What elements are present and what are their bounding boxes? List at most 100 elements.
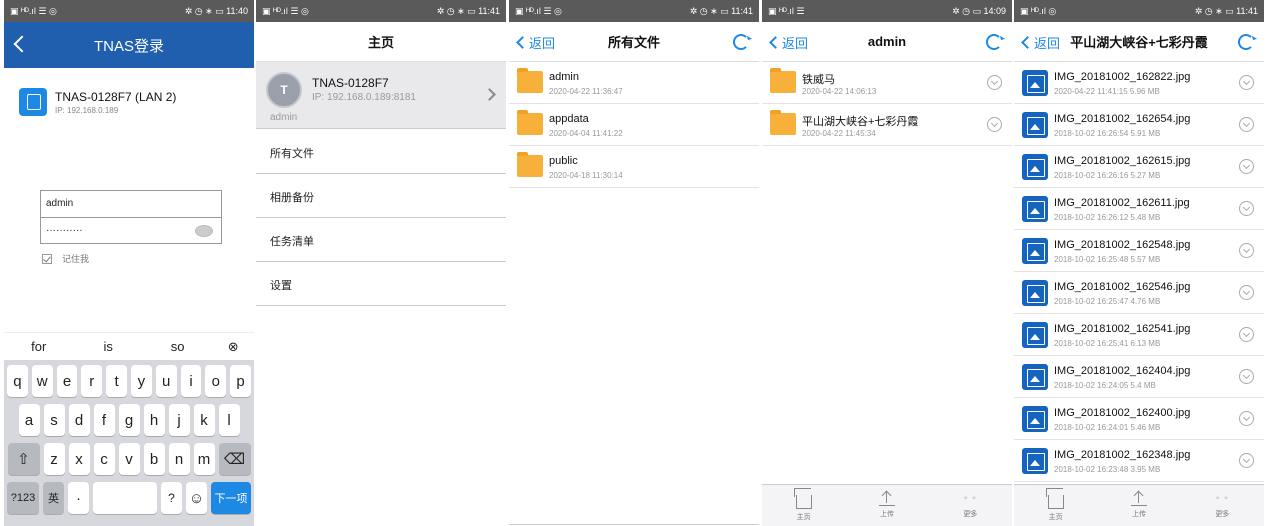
key[interactable]: v [118, 443, 140, 475]
toolbar-upload[interactable]: 上传 [845, 485, 928, 526]
key[interactable]: h [143, 404, 165, 436]
back-icon[interactable] [13, 35, 31, 53]
question-key[interactable]: ? [161, 482, 182, 514]
list-item[interactable]: public 2020-04-18 11:30:14 [509, 146, 759, 188]
key[interactable]: m [193, 443, 215, 475]
list-item[interactable]: IMG_20181002_162822.jpg 2020-04-22 11:41… [1014, 62, 1264, 104]
back-button[interactable]: 返回 [768, 22, 808, 62]
key[interactable]: o [205, 365, 227, 397]
back-button[interactable]: 返回 [1020, 22, 1060, 62]
toolbar-home[interactable]: 主页 [762, 485, 845, 526]
remember-me[interactable]: 记住我 [42, 252, 89, 265]
toolbar-upload[interactable]: 上传 [1097, 485, 1180, 526]
space-key[interactable] [93, 482, 157, 514]
key[interactable]: y [131, 365, 152, 397]
suggestion-3[interactable]: so [143, 339, 212, 354]
back-label: 返回 [1034, 35, 1061, 51]
list-item[interactable]: IMG_20181002_162615.jpg 2018-10-02 16:26… [1014, 146, 1264, 188]
key[interactable]: u [155, 365, 177, 397]
refresh-icon[interactable] [986, 34, 1002, 50]
key[interactable]: l [218, 404, 240, 436]
next-key[interactable]: 下一项 [211, 482, 251, 514]
select-circle-icon[interactable] [1239, 453, 1254, 468]
status-right: ✲ ◷ ∗ ▭ 11:41 [689, 5, 753, 16]
select-circle-icon[interactable] [987, 117, 1002, 132]
list-item[interactable]: IMG_20181002_162541.jpg 2018-10-02 16:25… [1014, 314, 1264, 356]
list-item[interactable]: IMG_20181002_162546.jpg 2018-10-02 16:25… [1014, 272, 1264, 314]
key[interactable]: d [68, 404, 90, 436]
key[interactable]: b [143, 443, 165, 475]
list-item[interactable]: IMG_20181002_162548.jpg 2018-10-02 16:25… [1014, 230, 1264, 272]
key[interactable]: z [43, 443, 65, 475]
select-circle-icon[interactable] [1239, 285, 1254, 300]
key[interactable]: e [56, 365, 78, 397]
more-icon: ◦ ◦ ◦ [1215, 493, 1229, 518]
key[interactable]: c [93, 443, 115, 475]
key[interactable]: s [43, 404, 65, 436]
password-field[interactable]: ··········· [41, 217, 221, 243]
select-circle-icon[interactable] [1239, 243, 1254, 258]
remember-label: 记住我 [62, 254, 90, 264]
back-button[interactable]: 返回 [515, 22, 555, 62]
key[interactable]: i [180, 365, 202, 397]
image-file-icon [1022, 112, 1048, 138]
menu-all-files[interactable]: 所有文件 [256, 130, 506, 174]
device-item[interactable]: TNAS-0128F7 (LAN 2) IP: 192.168.0.189 [19, 88, 176, 116]
select-circle-icon[interactable] [1239, 327, 1254, 342]
list-item[interactable]: IMG_20181002_162400.jpg 2018-10-02 16:24… [1014, 398, 1264, 440]
key[interactable]: a [18, 404, 40, 436]
home-screen: ▣ ᴴᴰ.ıl ☰ ◎ ✲ ◷ ∗ ▭ 11:41 主页 T TNAS-0128… [256, 0, 506, 526]
list-item[interactable]: appdata 2020-04-04 11:41:22 [509, 104, 759, 146]
suggestion-1[interactable]: for [4, 339, 73, 354]
shift-key[interactable]: ⇧ [7, 443, 40, 475]
chevron-left-icon [769, 35, 782, 49]
select-circle-icon[interactable] [1239, 159, 1254, 174]
list-item[interactable]: admin 2020-04-22 11:36:47 [509, 62, 759, 104]
toolbar-more[interactable]: ◦ ◦ ◦ 更多 [1181, 485, 1264, 526]
key[interactable]: g [118, 404, 140, 436]
key[interactable]: p [230, 365, 251, 397]
key[interactable]: r [81, 365, 103, 397]
menu-album-backup[interactable]: 相册备份 [256, 174, 506, 218]
toolbar-home[interactable]: 主页 [1014, 485, 1097, 526]
key[interactable]: x [68, 443, 90, 475]
eye-icon[interactable] [195, 225, 213, 237]
status-right: ✲ ◷ ∗ ▭ 11:41 [1194, 5, 1258, 16]
select-circle-icon[interactable] [1239, 411, 1254, 426]
key[interactable]: q [7, 365, 28, 397]
list-item[interactable]: 平山湖大峡谷+七彩丹霞 2020-04-22 11:45:34 [762, 104, 1012, 146]
symbols-key[interactable]: ?123 [7, 482, 39, 514]
clear-icon[interactable]: ⊗ [212, 339, 254, 355]
menu-task-list[interactable]: 任务清单 [256, 218, 506, 262]
key[interactable]: n [168, 443, 190, 475]
suggestion-2[interactable]: is [73, 339, 142, 354]
emoji-key[interactable]: ☺ [186, 482, 207, 514]
select-circle-icon[interactable] [987, 75, 1002, 90]
list-item[interactable]: IMG_20181002_162348.jpg 2018-10-02 16:23… [1014, 440, 1264, 482]
list-item[interactable]: IMG_20181002_162404.jpg 2018-10-02 16:24… [1014, 356, 1264, 398]
select-circle-icon[interactable] [1239, 117, 1254, 132]
username-field[interactable]: admin [41, 191, 221, 217]
checkbox-icon[interactable] [42, 253, 52, 264]
list-item[interactable]: 铁威马 2020-04-22 14:06:13 [762, 62, 1012, 104]
list-item[interactable]: IMG_20181002_162654.jpg 2018-10-02 16:26… [1014, 104, 1264, 146]
key[interactable]: j [168, 404, 190, 436]
menu-settings[interactable]: 设置 [256, 262, 506, 306]
select-circle-icon[interactable] [1239, 369, 1254, 384]
device-profile[interactable]: T TNAS-0128F7 IP: 192.168.0.189:8181 adm… [256, 62, 506, 129]
select-circle-icon[interactable] [1239, 75, 1254, 90]
key[interactable]: f [93, 404, 115, 436]
key[interactable]: k [193, 404, 215, 436]
key[interactable]: t [106, 365, 127, 397]
key[interactable]: w [31, 365, 53, 397]
toolbar-more[interactable]: ◦ ◦ ◦ 更多 [929, 485, 1012, 526]
list-item[interactable]: IMG_20181002_162611.jpg 2018-10-02 16:26… [1014, 188, 1264, 230]
select-circle-icon[interactable] [1239, 201, 1254, 216]
folder-header: 返回 admin [762, 22, 1012, 62]
refresh-icon[interactable] [1238, 34, 1254, 50]
home-header: 主页 [256, 22, 506, 62]
backspace-key[interactable]: ⌫ [218, 443, 251, 475]
language-key[interactable]: 英 [43, 482, 64, 514]
dot-key[interactable]: · [68, 482, 89, 514]
refresh-icon[interactable] [733, 34, 749, 50]
